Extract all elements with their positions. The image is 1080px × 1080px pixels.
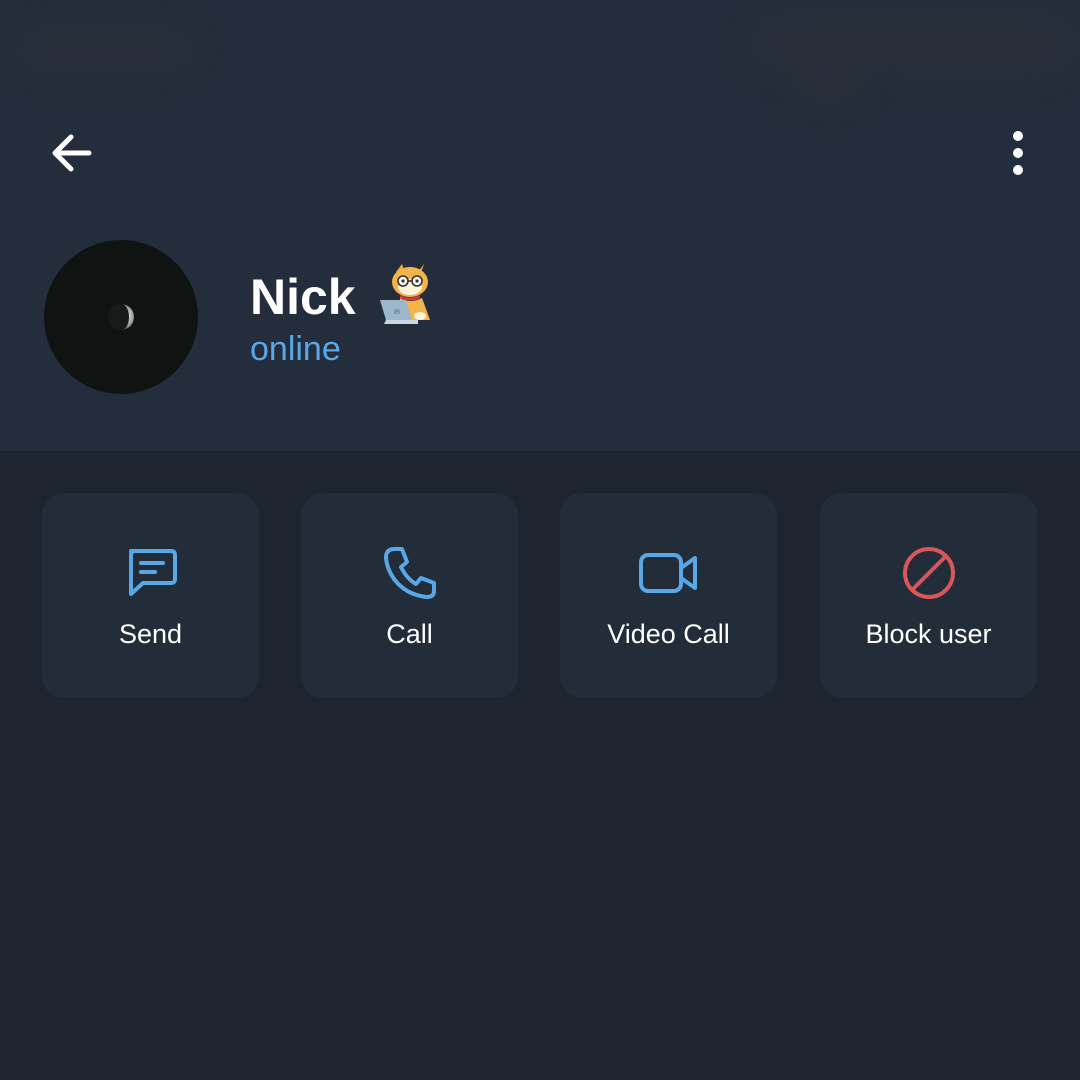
profile-screen: Nick ✉ online Send Call Video Call Block…: [0, 0, 1080, 1080]
avatar[interactable]: [44, 240, 198, 394]
cat-with-laptop-emoji: ✉: [379, 264, 430, 324]
block-icon: [902, 547, 955, 599]
block-user-button[interactable]: Block user: [820, 493, 1037, 698]
profile-name: Nick: [250, 269, 356, 325]
profile-header: Nick ✉ online: [0, 0, 1080, 451]
call-label: Call: [386, 619, 433, 649]
blurred-status-bar-left: [15, 28, 195, 72]
svg-text:✉: ✉: [394, 308, 400, 316]
online-status: online: [250, 330, 341, 368]
video-camera-icon: [638, 553, 697, 593]
video-call-label: Video Call: [607, 619, 730, 649]
phone-icon: [383, 547, 436, 599]
message-icon: [128, 549, 177, 596]
name-row: Nick ✉: [250, 262, 442, 332]
back-button[interactable]: [40, 122, 102, 184]
profile-actions: Send Call Video Call Block user: [42, 493, 1038, 698]
call-button[interactable]: Call: [301, 493, 518, 698]
more-options-button[interactable]: [988, 122, 1048, 184]
moon-icon: [108, 304, 134, 330]
block-user-label: Block user: [865, 619, 992, 649]
send-message-button[interactable]: Send: [42, 493, 259, 698]
video-call-button[interactable]: Video Call: [560, 493, 777, 698]
more-vertical-icon: [1013, 131, 1023, 175]
arrow-left-icon: [52, 134, 92, 172]
blurred-status-bar-notch: [790, 62, 870, 102]
send-label: Send: [118, 619, 183, 649]
